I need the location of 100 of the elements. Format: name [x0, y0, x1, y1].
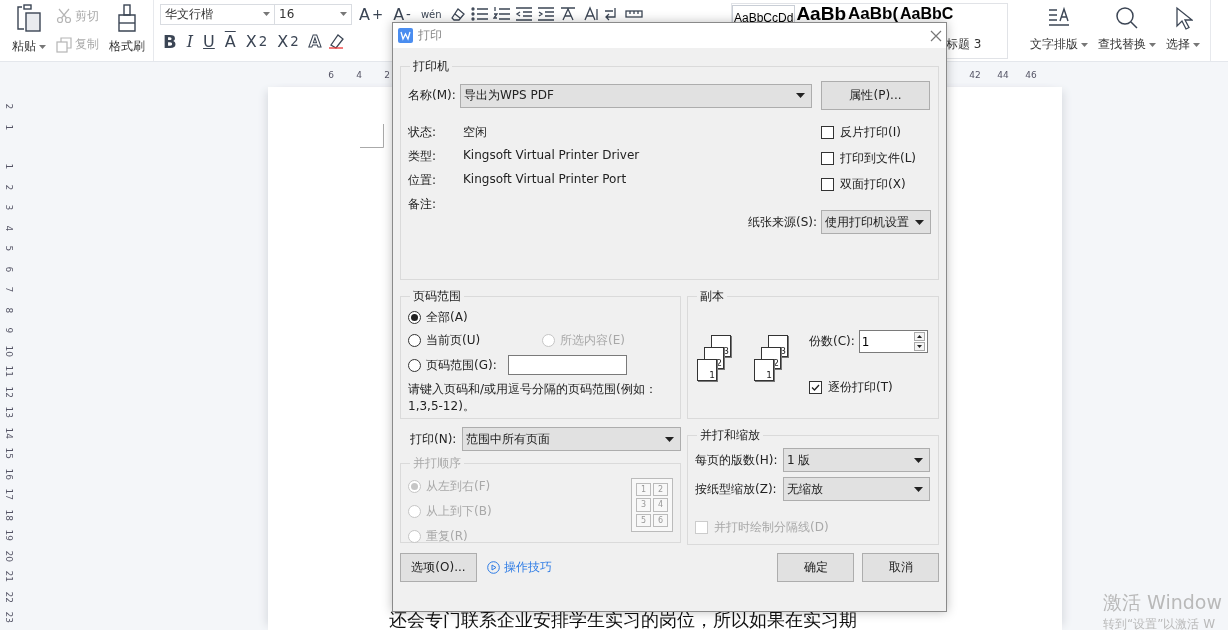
info-value: Kingsoft Virtual Printer Driver [463, 148, 640, 162]
underline-format-button[interactable]: U [200, 30, 218, 52]
ruler-number: 1 [3, 163, 15, 170]
caret-icon [39, 44, 46, 49]
ruler-number: 16 [3, 468, 15, 480]
field-label: 打印(N): [410, 430, 457, 448]
ruler-number: 46 [1024, 69, 1038, 80]
tips-link[interactable]: 操作技巧 [487, 559, 552, 576]
numbered-list-icon[interactable] [492, 6, 511, 22]
layout-tool-button[interactable]: 文字排版 [1026, 2, 1092, 59]
ruler-number: 42 [968, 69, 982, 80]
ruler-number: 5 [3, 245, 15, 252]
dialog-title: 打印 [418, 27, 443, 44]
style-sample[interactable]: AaBbC [899, 4, 955, 24]
radio-label: 当前页(U) [426, 332, 481, 349]
ruler-number: 19 [3, 529, 15, 541]
checkbox[interactable] [821, 178, 834, 191]
paste-button[interactable]: 粘贴 [10, 2, 48, 59]
hint-text: 请键入页码和/或用逗号分隔的页码范围(例如：1,3,5-12)。 [408, 381, 658, 415]
ruler-number: 2 [383, 69, 391, 80]
dropdown-arrow-icon [915, 219, 924, 225]
pages-per-sheet-select[interactable]: 1 版 [783, 448, 930, 472]
caret-icon [1149, 42, 1156, 47]
copy-icon [56, 36, 72, 53]
group-title: 并打顺序 [412, 455, 462, 472]
ruler-number: 4 [355, 69, 363, 80]
ruler-number: 44 [996, 69, 1010, 80]
checkbox[interactable] [821, 126, 834, 139]
ruler-number: 10 [3, 345, 15, 357]
caret-icon [1081, 42, 1088, 47]
group-title: 打印机 [412, 58, 450, 75]
ruler-number: 3 [3, 204, 15, 211]
page-range-field[interactable] [507, 355, 627, 375]
format-painter-button[interactable]: 格式刷 [107, 2, 147, 59]
paper-source-select[interactable]: 使用打印机设置 [821, 210, 931, 234]
info-label: 备注: [408, 196, 438, 210]
copies-spinner[interactable]: 1 [858, 330, 928, 353]
cancel-button[interactable]: 取消 [862, 553, 939, 582]
print-select[interactable]: 范围中所有页面 [462, 427, 681, 451]
select-tool-button[interactable]: 选择 [1162, 2, 1204, 59]
options-button[interactable]: 选项(O)... [400, 553, 477, 582]
outline-format-button[interactable]: A [305, 30, 325, 52]
field-label: 名称(M): [408, 87, 457, 104]
scale-select[interactable]: 无缩放 [783, 477, 930, 501]
spin-up-icon[interactable] [913, 332, 925, 341]
ruler-number: 12 [3, 386, 15, 398]
checkbox[interactable] [809, 381, 822, 394]
margin-mark [360, 124, 384, 148]
document-text: 还会专门联系企业安排学生实习的岗位，所以如果在实习期 [389, 610, 857, 629]
ruler-number: 8 [3, 306, 15, 313]
spin-down-icon[interactable] [913, 342, 925, 351]
style-sample[interactable]: AaBb( [847, 4, 900, 24]
group-title: 页码范围 [412, 288, 462, 305]
italic-format-button[interactable]: I [183, 30, 197, 52]
font-size-field[interactable]: 16 [274, 3, 352, 25]
style-label: 标题 3 [946, 36, 982, 53]
printer-select[interactable]: 导出为WPS PDF [460, 83, 812, 108]
dropdown-arrow-icon [914, 457, 923, 463]
search-icon [1115, 6, 1139, 30]
dropdown-arrow-icon [914, 486, 923, 492]
play-icon [487, 561, 500, 574]
ruler-number: 17 [3, 488, 15, 500]
ruler-number: 11 [3, 365, 15, 377]
find-tool-button[interactable]: 查找替换 [1094, 2, 1160, 59]
activation-title: 激活 Window [1103, 590, 1222, 615]
checkbox-label: 反片打印(I) [840, 124, 901, 141]
ruler-number: 20 [3, 550, 15, 562]
radio-button[interactable] [408, 311, 421, 324]
radio-button[interactable] [408, 334, 421, 347]
ruler-number: 13 [3, 406, 15, 418]
ruler-number: 22 [3, 591, 15, 603]
properties-button[interactable]: 属性(P)... [821, 81, 930, 110]
clipboard-icon [17, 4, 41, 32]
outdent-icon[interactable] [514, 6, 533, 22]
radio-label: 页码范围(G): [426, 356, 497, 374]
ruler-number: 2 [3, 103, 15, 110]
ruler-number: 14 [3, 427, 15, 439]
strike-format-button[interactable]: A [221, 30, 239, 52]
info-label: 位置: [408, 172, 438, 186]
group-title: 并打和缩放 [699, 427, 761, 444]
info-label: 类型: [408, 148, 438, 162]
page-order-icon: 1 2 3 4 5 6 [631, 478, 673, 532]
ok-button[interactable]: 确定 [777, 553, 854, 582]
copies-field[interactable]: 1 [859, 334, 914, 349]
checkbox-label: 双面打印(X) [840, 176, 906, 193]
bold-format-button[interactable]: B [160, 30, 180, 52]
ruler-number: 18 [3, 509, 15, 521]
radio-button[interactable] [408, 358, 421, 372]
ruler-number: 4 [3, 224, 15, 231]
phonetic-font-button[interactable]: wén [417, 3, 445, 25]
indent-icon[interactable] [536, 6, 555, 22]
style-sample[interactable]: AaBb [795, 4, 847, 24]
caret-icon [1193, 42, 1200, 47]
font-name-field[interactable]: 华文行楷 [160, 3, 275, 25]
caret-icon [340, 12, 347, 16]
checkbox[interactable] [821, 152, 834, 165]
ruler-number: 6 [3, 265, 15, 272]
field-label: 份数(C): [809, 333, 855, 350]
bullet-list-icon[interactable] [470, 6, 489, 22]
close-icon[interactable] [930, 29, 942, 42]
